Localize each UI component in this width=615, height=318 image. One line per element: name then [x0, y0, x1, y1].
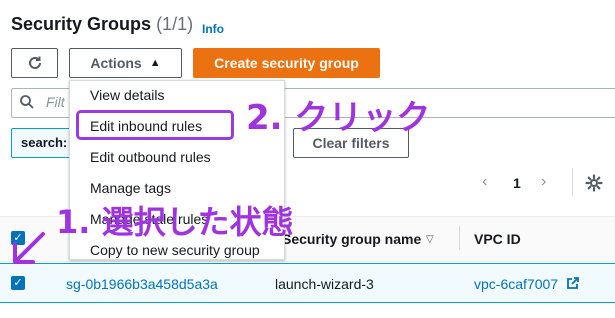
column-header-vpc[interactable]: VPC ID [474, 231, 521, 247]
search-icon [20, 95, 34, 109]
actions-button[interactable]: Actions ▲ [69, 48, 182, 78]
create-security-group-button[interactable]: Create security group [193, 48, 380, 78]
refresh-button[interactable] [11, 48, 58, 78]
external-link-icon[interactable] [566, 276, 580, 290]
highlight-box [76, 110, 234, 140]
sort-down-icon[interactable]: ▽ [426, 234, 434, 245]
page-title-text: Security Groups [11, 14, 152, 34]
row-checkbox[interactable]: ✓ [11, 276, 25, 290]
menu-item-manage-tags[interactable]: Manage tags [90, 180, 171, 196]
refresh-icon [28, 56, 41, 69]
selection-count: (1/1) [156, 14, 194, 34]
menu-item-view-details[interactable]: View details [90, 87, 164, 103]
menu-item-edit-outbound-rules[interactable]: Edit outbound rules [90, 149, 211, 165]
security-group-id-link[interactable]: sg-0b1966b3a458d5a3a [66, 276, 218, 292]
previous-page-button[interactable]: ‹ [482, 173, 487, 191]
info-link[interactable]: Info [202, 22, 224, 36]
annotation-step-2: 2. クリック [246, 98, 431, 138]
page-title: Security Groups (1/1) [11, 14, 193, 35]
search-placeholder: Filt [46, 94, 65, 110]
menu-item-copy-to-new-security-group[interactable]: Copy to new security group [90, 242, 260, 258]
security-group-name: launch-wizard-3 [275, 276, 374, 292]
annotation-arrow-icon [13, 232, 45, 264]
pagination-divider [572, 168, 573, 196]
vpc-id-link[interactable]: vpc-6caf7007 [474, 276, 558, 292]
caret-up-icon: ▲ [149, 57, 161, 69]
gear-icon[interactable] [585, 174, 603, 192]
column-divider [459, 226, 460, 250]
annotation-step-1: 1. 選択した状態 [56, 203, 294, 241]
current-page[interactable]: 1 [513, 175, 521, 191]
column-header-name[interactable]: Security group name [282, 231, 421, 247]
filter-token[interactable]: search: [11, 128, 71, 158]
next-page-button[interactable]: › [541, 173, 546, 191]
actions-label: Actions [90, 55, 142, 71]
